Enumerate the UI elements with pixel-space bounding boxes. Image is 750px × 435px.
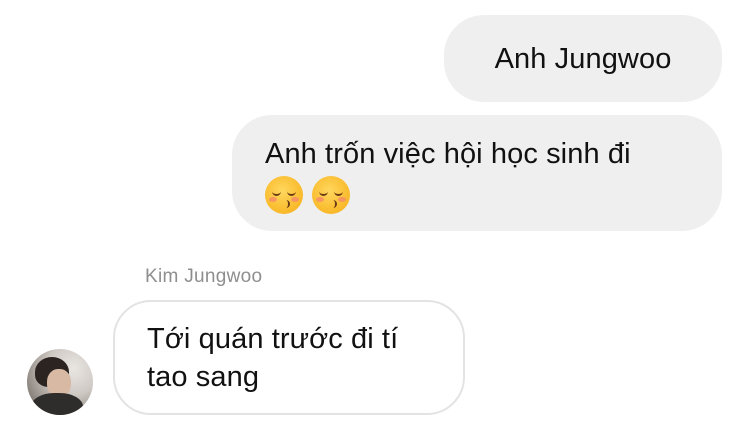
- message-text: tao sang: [147, 361, 260, 393]
- outgoing-message-bubble[interactable]: Anh trốn việc hội học sinh đi: [232, 115, 722, 231]
- incoming-message-bubble[interactable]: Tới quán trước đi tí tao sang: [113, 300, 465, 415]
- avatar[interactable]: [27, 349, 93, 415]
- sender-name: Kim Jungwoo: [145, 266, 263, 287]
- emoji-row: [265, 176, 702, 214]
- outgoing-message-bubble[interactable]: Anh Jungwoo: [444, 15, 722, 102]
- message-text: Anh trốn việc hội học sinh đi: [265, 138, 631, 170]
- kissing-face-emoji-icon: [312, 176, 350, 214]
- message-text: Tới quán trước đi tí: [147, 323, 399, 355]
- message-text: Anh Jungwoo: [494, 42, 672, 75]
- kissing-face-emoji-icon: [265, 176, 303, 214]
